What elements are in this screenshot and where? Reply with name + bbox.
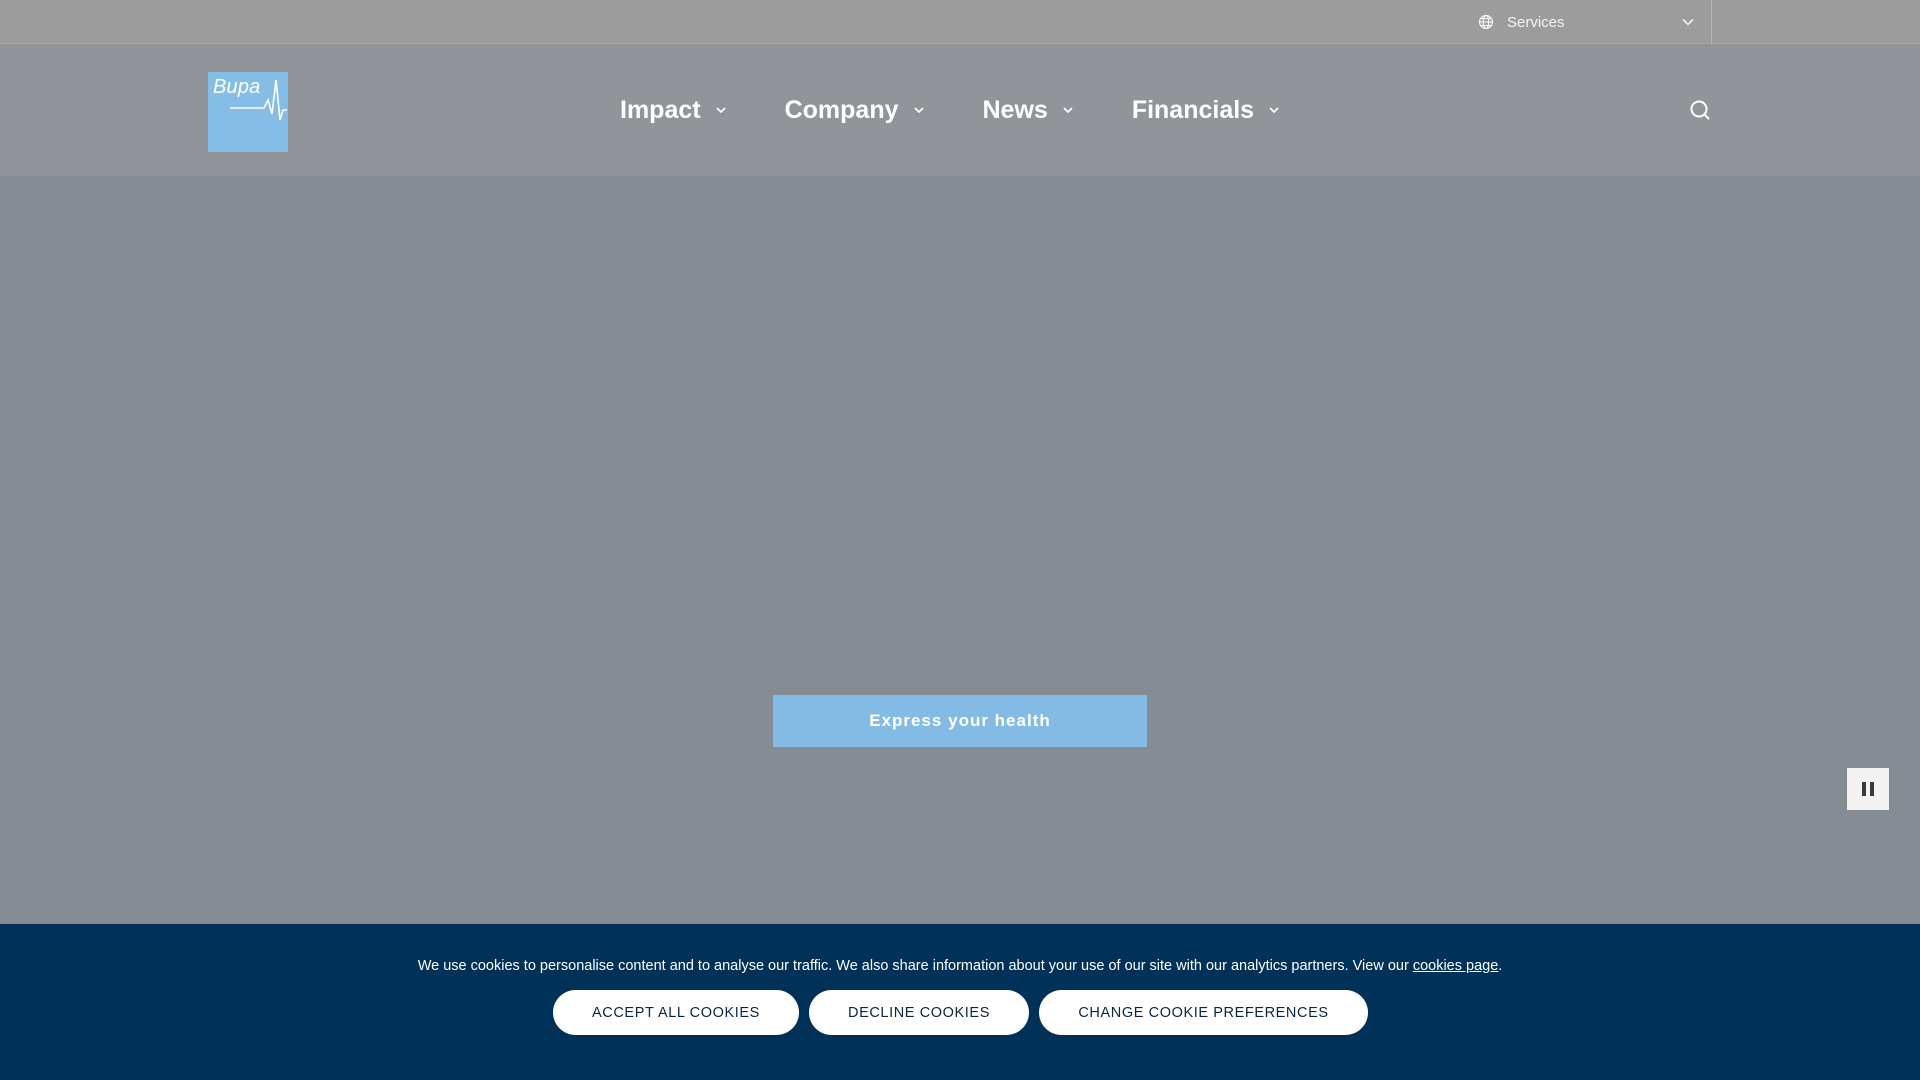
- heartbeat-line-icon: [230, 79, 287, 121]
- services-label: Services: [1507, 13, 1565, 31]
- chevron-down-icon: [1269, 107, 1279, 114]
- accept-all-cookies-button[interactable]: ACCEPT ALL COOKIES: [553, 990, 799, 1035]
- globe-icon: [1478, 14, 1494, 30]
- cookie-message-text: We use cookies to personalise content an…: [417, 958, 1413, 974]
- nav-item-news[interactable]: News: [983, 96, 1074, 125]
- chevron-down-icon: [1682, 18, 1694, 26]
- nav-item-label: Financials: [1131, 95, 1255, 124]
- nav-item-impact[interactable]: Impact: [620, 96, 727, 125]
- utility-bar: Services: [0, 0, 1920, 44]
- express-your-health-button[interactable]: Express your health: [773, 695, 1147, 747]
- cookie-buttons: ACCEPT ALL COOKIES DECLINE COOKIES CHANG…: [553, 990, 1378, 1035]
- nav-item-label: Impact: [620, 95, 701, 124]
- change-cookie-preferences-button[interactable]: CHANGE COOKIE PREFERENCES: [1039, 990, 1368, 1035]
- services-dropdown[interactable]: Services: [1462, 0, 1712, 44]
- chevron-down-icon: [716, 107, 726, 114]
- search-icon[interactable]: [1689, 99, 1711, 121]
- nav-item-company[interactable]: Company: [785, 96, 925, 125]
- nav-item-label: News: [982, 95, 1048, 124]
- cookie-message-end: .: [1498, 958, 1503, 974]
- decline-cookies-button[interactable]: DECLINE COOKIES: [809, 990, 1029, 1035]
- cookie-banner: We use cookies to personalise content an…: [0, 924, 1920, 1080]
- main-nav: Impact Company News Financials: [620, 44, 1338, 176]
- main-header: Bupa Impact Company News Financials: [0, 44, 1920, 176]
- chevron-down-icon: [1063, 107, 1073, 114]
- pause-icon: [1860, 782, 1876, 796]
- bupa-logo[interactable]: Bupa: [208, 72, 288, 152]
- chevron-down-icon: [913, 107, 924, 114]
- pause-video-button[interactable]: [1846, 767, 1890, 811]
- cookies-page-link[interactable]: cookies page: [1413, 958, 1498, 974]
- nav-item-label: Company: [784, 95, 899, 124]
- nav-item-financials[interactable]: Financials: [1132, 96, 1280, 125]
- cookie-message: We use cookies to personalise content an…: [0, 958, 1920, 974]
- hero-section: Express your health: [0, 176, 1920, 924]
